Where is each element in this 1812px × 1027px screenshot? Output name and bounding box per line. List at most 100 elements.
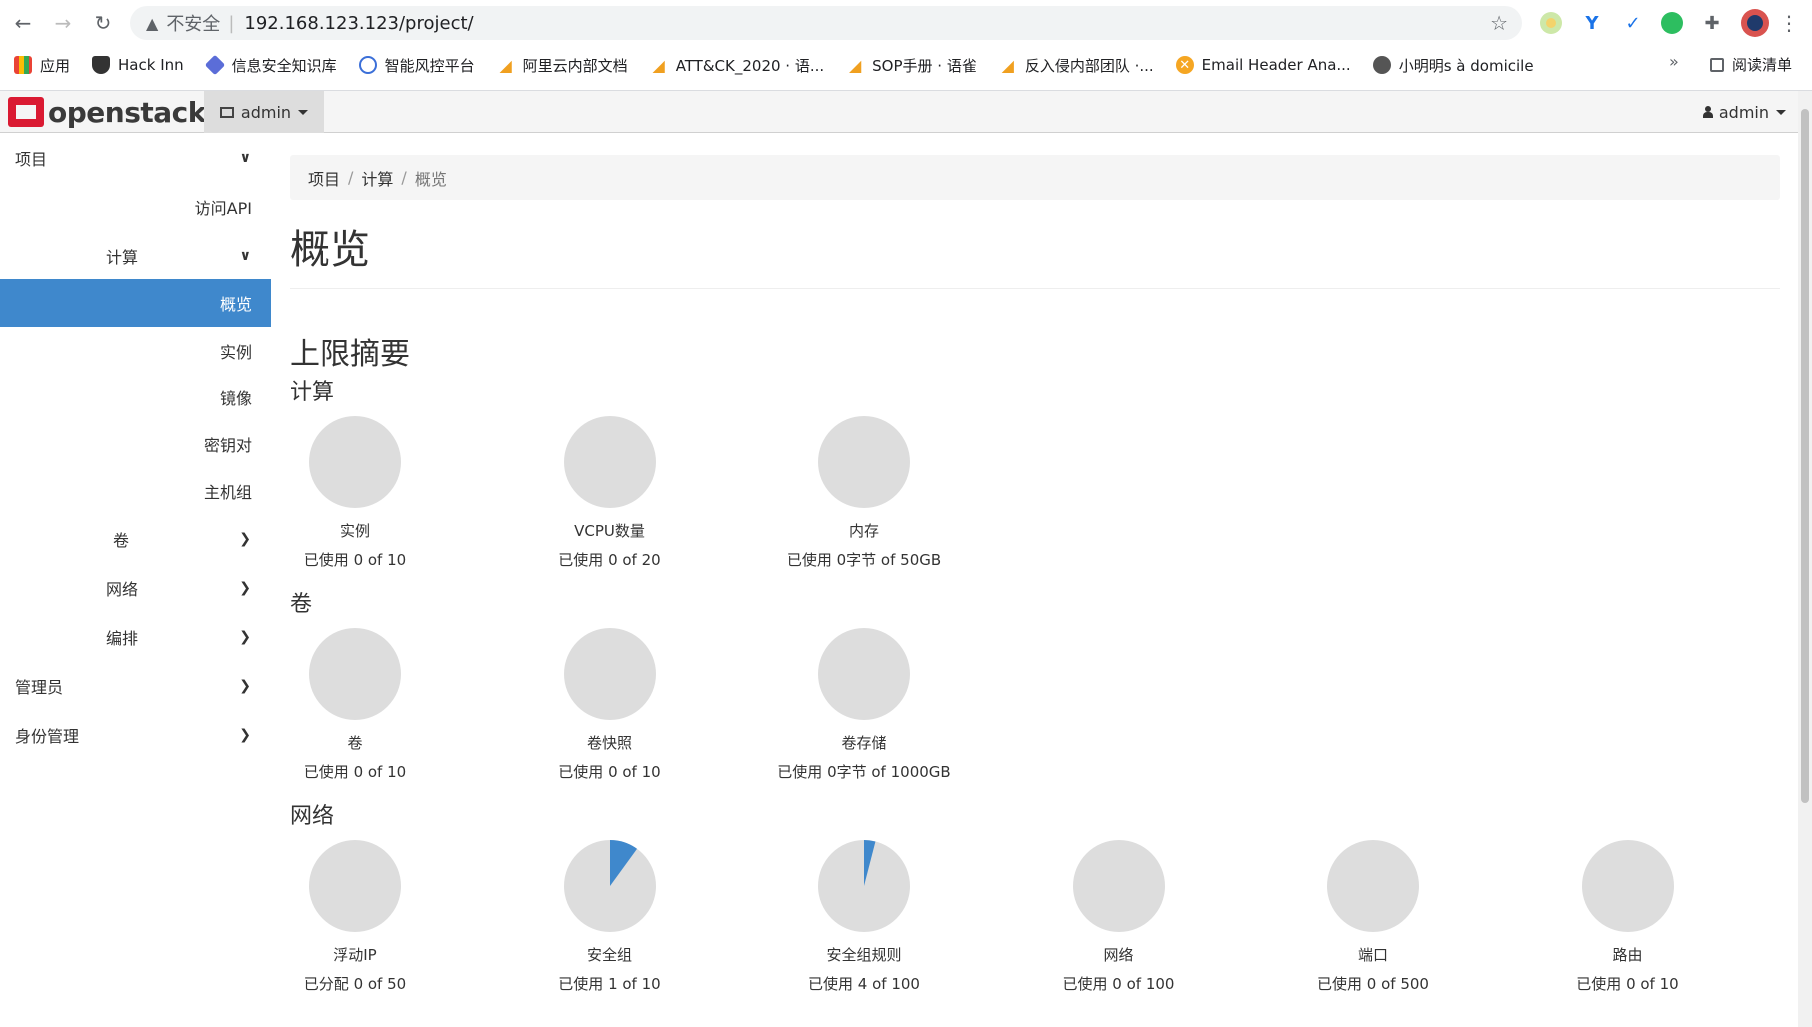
bookmark-star-icon[interactable]: ☆ xyxy=(1490,11,1508,35)
sidebar-item-server-groups[interactable]: 主机组 xyxy=(0,468,271,514)
page-scrollbar[interactable] xyxy=(1798,91,1812,1027)
bookmark-security-kb[interactable]: 信息安全知识库 xyxy=(204,54,337,76)
sidebar-item-identity[interactable]: 身份管理 ❯ xyxy=(0,712,271,758)
bookmark-label: ATT&CK_2020 · 语... xyxy=(675,56,825,75)
forward-icon[interactable]: → xyxy=(49,9,77,37)
quota-pie xyxy=(818,416,910,508)
sidebar-item-api-access[interactable]: 访问API xyxy=(0,184,271,230)
bookmark-sop[interactable]: ◢ SOP手册 · 语雀 xyxy=(846,55,977,76)
bookmark-email-header[interactable]: ✕ Email Header Ana... xyxy=(1175,56,1351,74)
quota-label: 浮动IP xyxy=(333,946,377,964)
sidebar-item-volumes[interactable]: 卷 ❯ xyxy=(0,516,271,562)
sidebar-item-keypairs[interactable]: 密钥对 xyxy=(0,421,271,467)
quota-chart: 端口 已使用 0 of 500 xyxy=(1253,840,1493,994)
quota-chart: 实例 已使用 0 of 10 xyxy=(235,416,475,570)
sidebar-item-label: 身份管理 xyxy=(15,727,80,746)
logo-text: openstack. xyxy=(48,95,217,129)
bookmark-attck[interactable]: ◢ ATT&CK_2020 · 语... xyxy=(650,55,825,76)
sidebar-item-label: 实例 xyxy=(219,343,252,362)
reading-list-icon xyxy=(1710,57,1724,72)
sidebar-item-network[interactable]: 网络 ❯ xyxy=(0,565,271,611)
pie-background xyxy=(1581,840,1674,932)
section-title-network: 网络 xyxy=(290,804,335,829)
user-icon xyxy=(1702,106,1713,118)
reading-list-button[interactable]: 阅读清单 xyxy=(1710,54,1792,75)
apps-grid-icon xyxy=(14,56,32,74)
warning-icon: ▲ xyxy=(146,13,159,33)
puzzle-icon[interactable]: ✚ xyxy=(1701,12,1723,34)
quota-chart: 卷存储 已使用 0字节 of 1000GB xyxy=(744,628,984,782)
quota-usage: 已使用 0字节 of 1000GB xyxy=(777,763,951,781)
bookmark-risk-platform[interactable]: 智能风控平台 xyxy=(358,55,475,76)
sidebar-item-instances[interactable]: 实例 xyxy=(0,328,271,374)
bookmark-label: 智能风控平台 xyxy=(384,56,475,75)
sidebar-item-label: 网络 xyxy=(106,580,139,599)
chevron-right-icon: ❯ xyxy=(239,580,251,596)
quota-label: 卷 xyxy=(347,734,363,752)
quota-chart: 内存 已使用 0字节 of 50GB xyxy=(744,416,984,570)
sidebar-item-images[interactable]: 镜像 xyxy=(0,374,271,420)
divider xyxy=(290,288,1780,289)
sidebar-item-overview[interactable]: 概览 xyxy=(0,279,271,327)
quota-pie xyxy=(563,628,656,720)
user-dropdown[interactable]: admin xyxy=(1702,91,1786,133)
pie-background xyxy=(309,840,401,932)
quota-label: 卷快照 xyxy=(586,734,632,752)
insecure-label[interactable]: 不安全 xyxy=(166,10,220,36)
page-title: 概览 xyxy=(290,227,370,273)
sidebar-item-label: 镜像 xyxy=(219,389,252,408)
breadcrumb-item-compute[interactable]: 计算 xyxy=(361,166,393,190)
quota-chart: 卷快照 已使用 0 of 10 xyxy=(490,628,730,782)
yuque-icon: ◢ xyxy=(1001,55,1014,75)
extension-icon[interactable]: ✓ xyxy=(1622,12,1644,34)
project-label: admin xyxy=(240,102,292,122)
sidebar-item-orchestration[interactable]: 编排 ❯ xyxy=(0,614,271,660)
pie-background xyxy=(1327,840,1419,932)
sidebar-item-compute[interactable]: 计算 ∨ xyxy=(0,233,271,279)
quota-pie xyxy=(1072,840,1165,932)
breadcrumb-item-overview: 概览 xyxy=(414,169,447,189)
quota-label: 路由 xyxy=(1612,946,1643,964)
sidebar-item-label: 概览 xyxy=(219,295,252,314)
yuque-icon: ◢ xyxy=(848,55,862,75)
url-text[interactable]: 192.168.123.123/project/ xyxy=(244,13,473,34)
bookmark-label: 信息安全知识库 xyxy=(231,56,337,75)
reading-list-label: 阅读清单 xyxy=(1732,56,1793,74)
address-bar[interactable]: ▲ 不安全 | 192.168.123.123/project/ ☆ xyxy=(130,6,1522,40)
reload-icon[interactable]: ↻ xyxy=(89,9,117,37)
bookmarks-overflow-icon[interactable]: » xyxy=(1669,52,1679,71)
bookmark-hack-inn[interactable]: Hack Inn xyxy=(92,56,184,74)
sidebar-item-admin[interactable]: 管理员 ❯ xyxy=(0,663,271,709)
sidebar-item-label: 访问API xyxy=(194,199,252,218)
bookmark-label: Hack Inn xyxy=(118,56,184,74)
bookmark-apps[interactable]: 应用 xyxy=(14,55,70,76)
pie-background xyxy=(818,628,910,720)
quota-chart: VCPU数量 已使用 0 of 20 xyxy=(490,416,730,570)
bookmark-anti-intrusion[interactable]: ◢ 反入侵内部团队 ·... xyxy=(999,55,1154,76)
extension-icon[interactable]: Y xyxy=(1581,12,1603,34)
avatar[interactable] xyxy=(1741,9,1769,37)
quota-usage: 已使用 0 of 10 xyxy=(303,551,407,569)
bookmarks-bar: 应用 Hack Inn 信息安全知识库 智能风控平台 ◢ 阿里云内部文档 ◢ A… xyxy=(0,46,1812,84)
project-dropdown[interactable]: admin xyxy=(204,91,324,133)
pie-background xyxy=(563,628,656,720)
quota-label: VCPU数量 xyxy=(574,522,645,540)
bookmark-aliyun-docs[interactable]: ◢ 阿里云内部文档 xyxy=(497,55,628,76)
bookmark-xiaomingming[interactable]: 小明明s à domicile xyxy=(1372,55,1534,76)
quota-pie xyxy=(309,416,401,508)
browser-menu-icon[interactable]: ⋮ xyxy=(1777,9,1801,37)
back-icon[interactable]: ← xyxy=(9,9,37,37)
quota-pie xyxy=(563,840,656,932)
sidebar-item-project[interactable]: 项目 ∨ xyxy=(0,135,271,181)
evernote-icon[interactable] xyxy=(1661,12,1683,34)
openstack-logo[interactable]: openstack. xyxy=(8,94,217,130)
quota-chart: 网络 已使用 0 of 100 xyxy=(999,840,1239,994)
bookmark-label: SOP手册 · 语雀 xyxy=(872,56,977,75)
caret-down-icon xyxy=(298,109,309,115)
main-content: 项目 / 计算 / 概览 概览 上限摘要 计算 卷 网络 实例 已使用 0 of … xyxy=(290,133,1780,1027)
scrollbar-thumb[interactable] xyxy=(1801,109,1809,803)
breadcrumb-item-project[interactable]: 项目 xyxy=(308,166,340,190)
breadcrumb-separator: / xyxy=(348,168,354,187)
section-title-volumes: 卷 xyxy=(290,592,313,617)
extension-icon[interactable] xyxy=(1540,12,1562,34)
